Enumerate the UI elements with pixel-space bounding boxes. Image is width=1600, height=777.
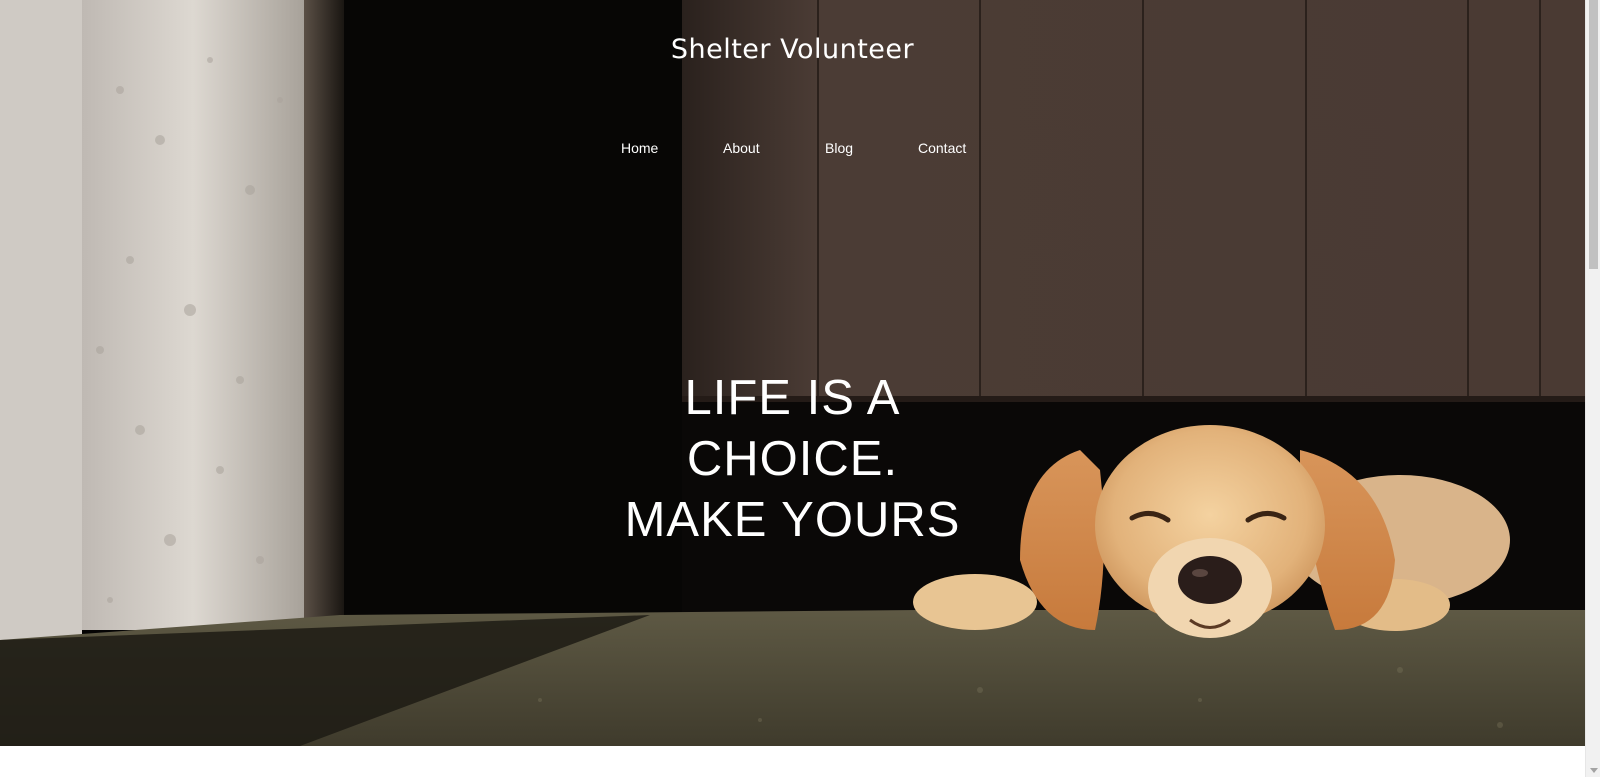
- scroll-down-arrow-icon[interactable]: [1590, 768, 1598, 773]
- nav-item-home[interactable]: Home: [621, 140, 658, 156]
- hero-section: Shelter Volunteer Home About Blog Contac…: [0, 0, 1585, 746]
- vertical-scrollbar[interactable]: [1585, 0, 1600, 777]
- nav-item-contact[interactable]: Contact: [918, 140, 966, 156]
- site-title: Shelter Volunteer: [670, 34, 915, 65]
- hero-headline-line-1: LIFE IS A: [684, 371, 901, 425]
- hero-headline: LIFE IS A CHOICE. MAKE YOURS: [0, 368, 1585, 551]
- hero-headline-line-2: CHOICE.: [686, 432, 899, 486]
- hero-headline-line-3: MAKE YOURS: [624, 493, 961, 547]
- main-nav: Home About Blog Contact: [0, 140, 1585, 160]
- nav-item-blog[interactable]: Blog: [825, 140, 853, 156]
- scrollbar-thumb[interactable]: [1589, 0, 1598, 269]
- page: Shelter Volunteer Home About Blog Contac…: [0, 0, 1585, 777]
- nav-item-about[interactable]: About: [723, 140, 760, 156]
